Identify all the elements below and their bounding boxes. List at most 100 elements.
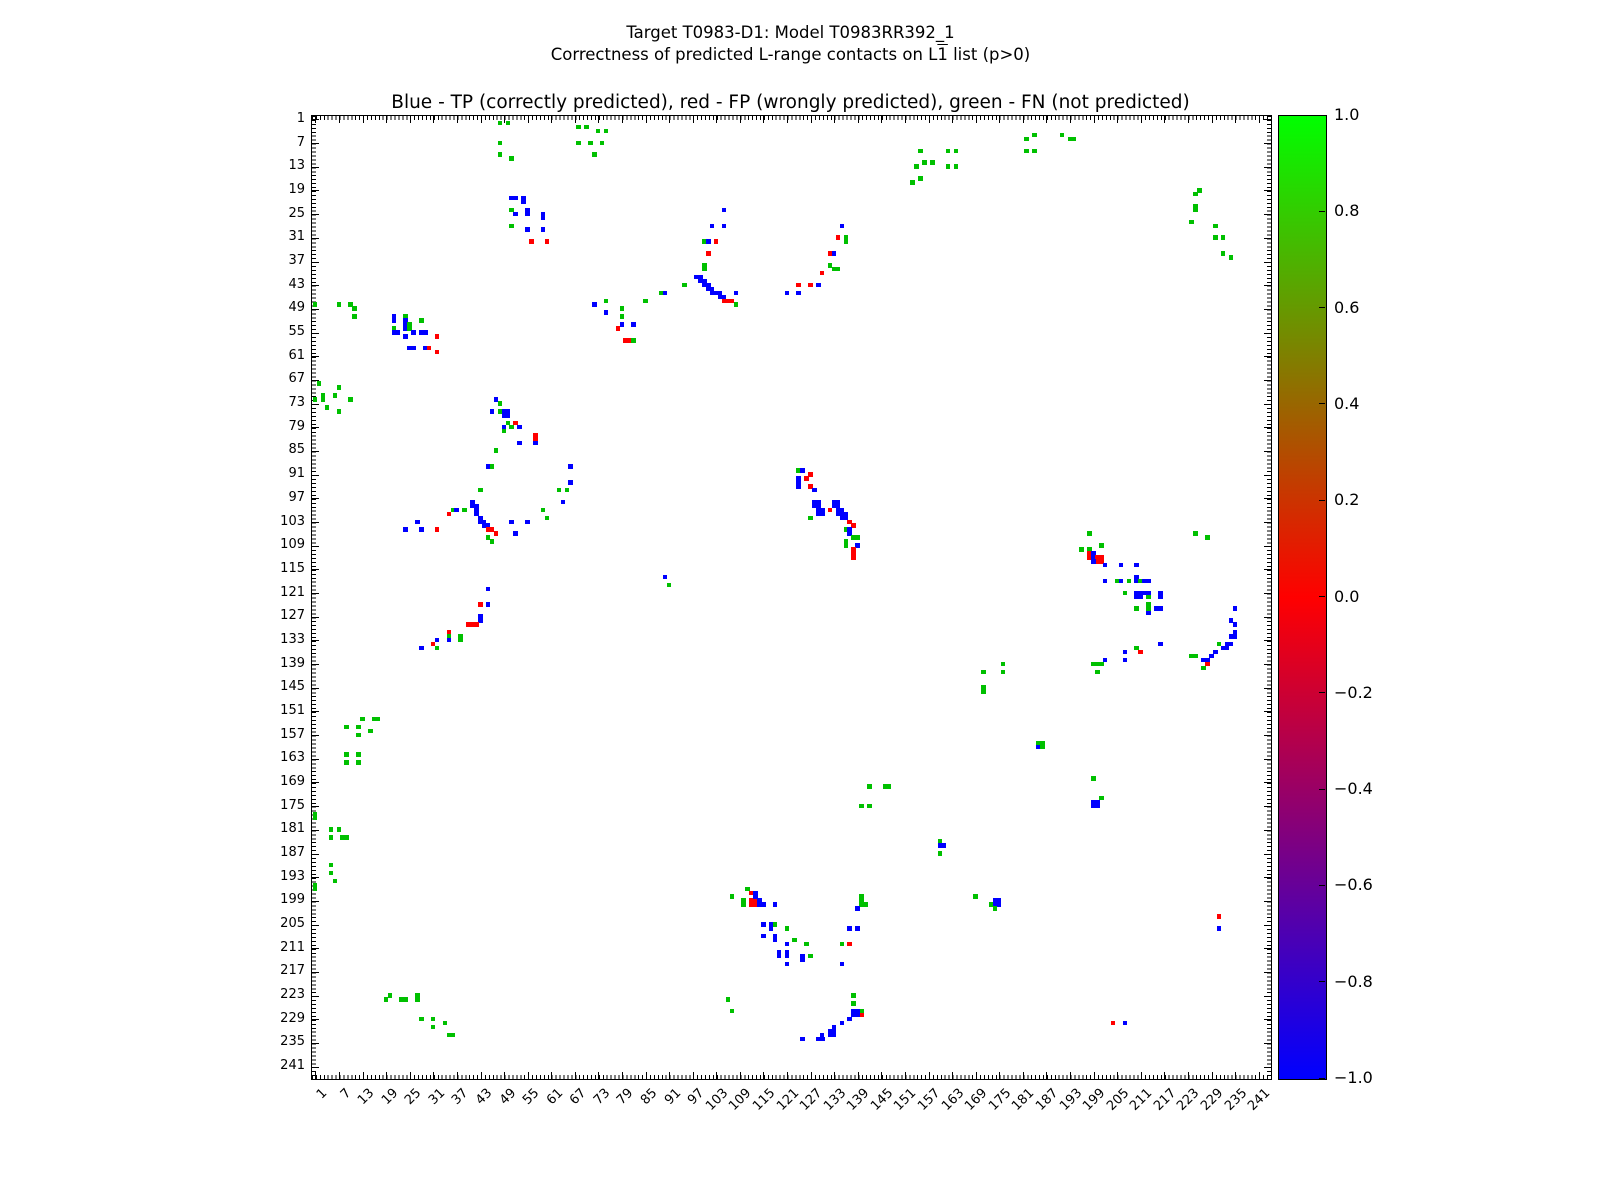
y-major-tick [1264, 143, 1271, 144]
y-major-tick [1264, 404, 1271, 405]
x-tick-label: 49 [430, 1085, 520, 1175]
x-major-tick [858, 116, 859, 123]
y-major-tick [1264, 522, 1271, 523]
x-major-tick [410, 1072, 411, 1079]
x-tick-label: 151 [831, 1085, 921, 1175]
x-major-tick [881, 1072, 882, 1079]
x-tick-label: 91 [595, 1085, 685, 1175]
x-major-tick [1141, 116, 1142, 123]
x-major-tick [481, 1072, 482, 1079]
x-tick-label: 1 [241, 1085, 331, 1175]
y-tick-label: 199 [261, 892, 305, 908]
y-tick-label: 55 [261, 324, 305, 340]
x-tick-label: 199 [1019, 1085, 1109, 1175]
x-major-tick [622, 1072, 623, 1079]
y-major-tick [312, 238, 319, 239]
x-tick-label: 187 [972, 1085, 1062, 1175]
y-tick-label: 151 [261, 703, 305, 719]
x-tick-label: 85 [571, 1085, 661, 1175]
x-major-tick [1212, 116, 1213, 123]
x-tick-label: 43 [406, 1085, 496, 1175]
x-major-tick [622, 116, 623, 123]
y-major-tick [1264, 617, 1271, 618]
y-major-tick [312, 806, 319, 807]
y-major-tick [312, 262, 319, 263]
x-major-tick [976, 116, 977, 123]
y-major-tick [1264, 569, 1271, 570]
y-tick-label: 235 [261, 1034, 305, 1050]
colorbar-tick-label: 1.0 [1334, 106, 1394, 124]
x-major-tick [551, 1072, 552, 1079]
x-major-tick [834, 116, 835, 123]
x-major-tick [1046, 1072, 1047, 1079]
y-major-tick [1264, 688, 1271, 689]
x-tick-label: 169 [901, 1085, 991, 1175]
x-major-tick [551, 116, 552, 123]
y-major-tick [312, 451, 319, 452]
y-major-tick [1264, 996, 1271, 997]
y-major-tick [312, 735, 319, 736]
x-major-tick [1094, 1072, 1095, 1079]
colorbar-tick-label: −1.0 [1334, 1069, 1394, 1087]
figure-title: Target T0983-D1: Model T0983RR392_1 Corr… [0, 22, 1581, 66]
y-tick-label: 97 [261, 490, 305, 506]
y-tick-label: 211 [261, 940, 305, 956]
x-tick-label: 73 [524, 1085, 614, 1175]
y-major-tick [1264, 238, 1271, 239]
y-tick-label: 37 [261, 253, 305, 269]
y-major-tick [312, 380, 319, 381]
x-tick-label: 133 [760, 1085, 850, 1175]
x-major-tick [763, 1072, 764, 1079]
x-major-tick [363, 116, 364, 123]
x-major-tick [1188, 1072, 1189, 1079]
y-major-tick [312, 688, 319, 689]
y-tick-label: 193 [261, 869, 305, 885]
x-major-tick [646, 116, 647, 123]
x-tick-label: 163 [878, 1085, 968, 1175]
x-major-tick [1117, 116, 1118, 123]
y-tick-label: 61 [261, 348, 305, 364]
x-major-tick [929, 1072, 930, 1079]
y-major-tick [1264, 925, 1271, 926]
x-major-tick [716, 116, 717, 123]
y-major-tick [1264, 593, 1271, 594]
y-major-tick [1264, 1043, 1271, 1044]
y-major-tick [1264, 119, 1271, 120]
y-major-tick [1264, 854, 1271, 855]
y-major-tick [1264, 664, 1271, 665]
y-major-tick [1264, 877, 1271, 878]
x-major-tick [881, 116, 882, 123]
x-major-tick [598, 116, 599, 123]
x-major-tick [457, 1072, 458, 1079]
x-major-tick [1023, 116, 1024, 123]
y-tick-label: 223 [261, 987, 305, 1003]
y-tick-label: 187 [261, 845, 305, 861]
y-tick-label: 91 [261, 466, 305, 482]
colorbar [1278, 115, 1327, 1080]
y-tick-label: 31 [261, 229, 305, 245]
x-major-tick [1070, 116, 1071, 123]
y-major-tick [312, 214, 319, 215]
y-major-tick [312, 356, 319, 357]
x-tick-label: 211 [1067, 1085, 1157, 1175]
x-major-tick [1046, 116, 1047, 123]
x-major-tick [339, 1072, 340, 1079]
x-tick-label: 19 [312, 1085, 402, 1175]
y-major-tick [1264, 309, 1271, 310]
y-major-tick [312, 143, 319, 144]
x-major-tick [669, 1072, 670, 1079]
x-major-tick [1117, 1072, 1118, 1079]
x-tick-label: 109 [666, 1085, 756, 1175]
y-major-tick [312, 617, 319, 618]
x-major-tick [504, 1072, 505, 1079]
y-minor-ticks-right [1267, 116, 1271, 1079]
y-major-tick [1264, 380, 1271, 381]
colorbar-tick-label: −0.8 [1334, 973, 1394, 991]
x-major-tick [1188, 116, 1189, 123]
y-major-tick [1264, 1019, 1271, 1020]
x-major-tick [834, 1072, 835, 1079]
x-major-tick [952, 1072, 953, 1079]
y-major-tick [312, 475, 319, 476]
y-major-tick [312, 190, 319, 191]
x-major-tick [457, 116, 458, 123]
